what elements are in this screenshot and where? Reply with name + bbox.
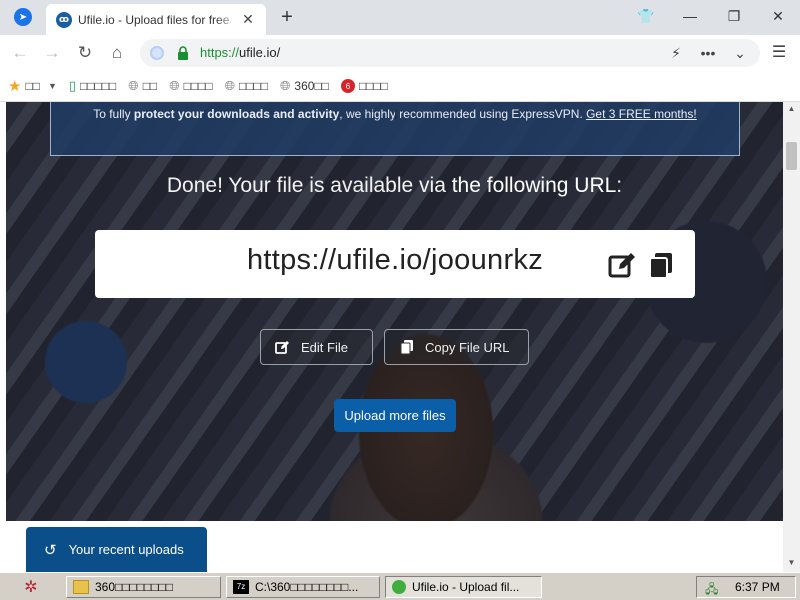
- globe-icon: 🌐︎: [224, 78, 235, 93]
- folder-icon: [73, 580, 89, 594]
- tab-strip: ➤ ꝏ Ufile.io - Upload files for free ✕ +…: [0, 0, 800, 35]
- chevron-down-icon[interactable]: ⌄: [730, 43, 750, 63]
- page-scrollbar[interactable]: ▲ ▼: [783, 102, 800, 572]
- red-360-icon: 6: [340, 79, 355, 93]
- scroll-thumb[interactable]: [786, 142, 797, 170]
- star-icon: ★: [8, 78, 22, 95]
- task-7zip[interactable]: 7z C:\360□□□□□□□□...: [226, 576, 380, 598]
- taskbar: ✲ 360□□□□□□□□ 7z C:\360□□□□□□□□... Ufile…: [0, 572, 800, 600]
- task-browser[interactable]: Ufile.io - Upload fil...: [385, 576, 542, 598]
- browser-logo-icon[interactable]: ➤: [14, 8, 32, 26]
- done-heading: Done! Your file is available via the fol…: [166, 174, 623, 197]
- copy-icon[interactable]: [646, 250, 676, 280]
- vpn-offer-link[interactable]: Get 3 FREE months!: [586, 107, 697, 121]
- forward-button[interactable]: →: [40, 41, 64, 65]
- lightning-icon[interactable]: ⚡: [666, 43, 686, 63]
- ufile-favicon-icon: ꝏ: [56, 11, 72, 28]
- file-url-card: https://ufile.io/joounrkz: [95, 230, 695, 298]
- file-url-text[interactable]: https://ufile.io/joounrkz: [95, 244, 695, 277]
- text-cursor-icon: I: [394, 108, 398, 122]
- globe-icon: 🌐︎: [280, 78, 291, 93]
- hero-background: To fully protect your downloads and acti…: [6, 102, 783, 521]
- close-window-button[interactable]: ✕: [766, 5, 790, 27]
- phone-icon: ▯: [68, 78, 77, 93]
- page-viewport: To fully protect your downloads and acti…: [0, 102, 800, 572]
- 7zip-icon: 7z: [233, 580, 249, 594]
- reload-button[interactable]: ↻: [73, 41, 97, 65]
- edit-icon[interactable]: [607, 250, 637, 280]
- lock-icon: [178, 46, 188, 60]
- restore-button[interactable]: ❐: [722, 5, 746, 27]
- tab-ufile[interactable]: ꝏ Ufile.io - Upload files for free ✕: [46, 4, 266, 35]
- system-tray: 🖧︎ 6:37 PM: [696, 576, 796, 598]
- browser-toolbar: ← → ↻ ⌂ https://ufile.io/ ⚡ ••• ⌄ ☰: [0, 35, 800, 71]
- back-button[interactable]: ←: [8, 41, 32, 65]
- skin-icon[interactable]: 👕: [634, 5, 658, 27]
- copy-icon: [400, 340, 413, 355]
- bookmark-2[interactable]: ▯ □□□□□: [69, 78, 116, 94]
- globe-icon: 🌐︎: [128, 78, 139, 93]
- bookmark-3[interactable]: 🌐︎ □□: [128, 78, 157, 94]
- task-folder[interactable]: 360□□□□□□□□: [66, 576, 221, 598]
- new-tab-button[interactable]: +: [276, 6, 298, 28]
- start-button[interactable]: ✲: [20, 577, 42, 597]
- upload-more-files-button[interactable]: Upload more files: [334, 399, 456, 432]
- more-dots-icon[interactable]: •••: [698, 43, 718, 63]
- url-text[interactable]: https://ufile.io/: [200, 45, 280, 60]
- menu-icon[interactable]: ☰: [768, 41, 790, 65]
- history-icon: ↺: [44, 541, 57, 559]
- close-tab-icon[interactable]: ✕: [240, 11, 256, 28]
- bookmark-favorites[interactable]: ★ □□ ▼: [8, 77, 57, 95]
- scroll-down-icon[interactable]: ▼: [783, 556, 800, 570]
- scroll-up-icon[interactable]: ▲: [783, 102, 800, 116]
- recent-uploads-tab[interactable]: ↺ Your recent uploads: [26, 527, 207, 572]
- edit-icon: [275, 341, 289, 354]
- network-icon[interactable]: 🖧︎: [705, 580, 721, 596]
- minimize-button[interactable]: —: [678, 5, 702, 27]
- address-bar[interactable]: https://ufile.io/ ⚡ ••• ⌄: [140, 39, 760, 67]
- site-info-icon[interactable]: [150, 46, 164, 60]
- bookmarks-bar: ★ □□ ▼ ▯ □□□□□ 🌐︎ □□ 🌐︎ □□□□ 🌐︎ □□□□ 🌐︎ 360□□ 6…: [0, 71, 800, 102]
- bookmark-7[interactable]: 6 □□□□: [340, 79, 388, 93]
- caret-down-icon[interactable]: ▼: [48, 81, 57, 91]
- edit-file-button[interactable]: Edit File: [260, 329, 373, 365]
- bookmark-5[interactable]: 🌐︎ □□□□: [225, 78, 268, 94]
- browser-icon: [392, 580, 406, 594]
- clock[interactable]: 6:37 PM: [735, 580, 780, 594]
- tab-title: Ufile.io - Upload files for free: [78, 12, 230, 27]
- globe-icon: 🌐︎: [169, 78, 180, 93]
- bookmark-6[interactable]: 🌐︎ 360□□: [280, 78, 329, 94]
- copy-file-url-button[interactable]: Copy File URL: [384, 329, 529, 365]
- bookmark-4[interactable]: 🌐︎ □□□□: [169, 78, 212, 94]
- home-button[interactable]: ⌂: [105, 41, 129, 65]
